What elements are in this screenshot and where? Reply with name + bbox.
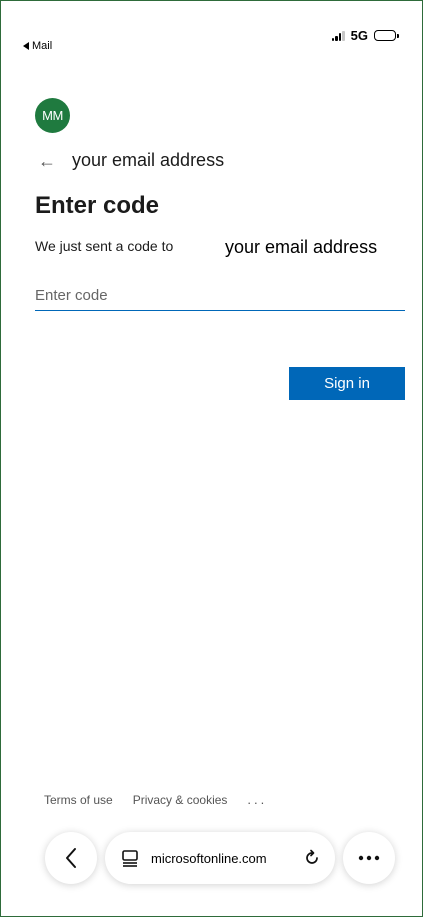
- code-input[interactable]: [35, 280, 405, 311]
- page-title: Enter code: [35, 192, 160, 219]
- footer: Terms of use Privacy & cookies ...: [44, 792, 267, 807]
- browser-more-button[interactable]: [343, 832, 395, 884]
- back-arrow-icon[interactable]: ←: [38, 152, 56, 170]
- tabs-icon[interactable]: [121, 849, 139, 867]
- status-back-to-app[interactable]: Mail: [23, 40, 52, 52]
- back-triangle-icon: [23, 42, 29, 50]
- footer-more-button[interactable]: ...: [247, 792, 267, 807]
- signal-icon: [331, 30, 345, 41]
- browser-toolbar: microsoftonline.com: [45, 832, 395, 884]
- network-label: 5G: [350, 28, 368, 43]
- more-icon: [358, 855, 380, 861]
- terms-link[interactable]: Terms of use: [44, 793, 113, 807]
- sign-in-button[interactable]: Sign in: [289, 367, 405, 400]
- identity-row: ← your email address: [38, 150, 224, 171]
- reload-icon[interactable]: [303, 849, 321, 867]
- privacy-link[interactable]: Privacy & cookies: [133, 793, 228, 807]
- app-frame: [0, 0, 423, 917]
- address-bar[interactable]: microsoftonline.com: [105, 832, 335, 884]
- back-icon: [64, 847, 78, 869]
- avatar: MM: [35, 98, 70, 133]
- status-back-label: Mail: [32, 40, 53, 52]
- url-text: microsoftonline.com: [151, 850, 267, 866]
- code-sent-text: We just sent a code to: [35, 238, 174, 254]
- status-indicators: 5G: [331, 28, 399, 43]
- battery-icon: [374, 30, 399, 41]
- browser-back-button[interactable]: [45, 832, 97, 884]
- identity-email: your email address: [72, 150, 225, 170]
- code-sent-email: your email address: [225, 237, 378, 257]
